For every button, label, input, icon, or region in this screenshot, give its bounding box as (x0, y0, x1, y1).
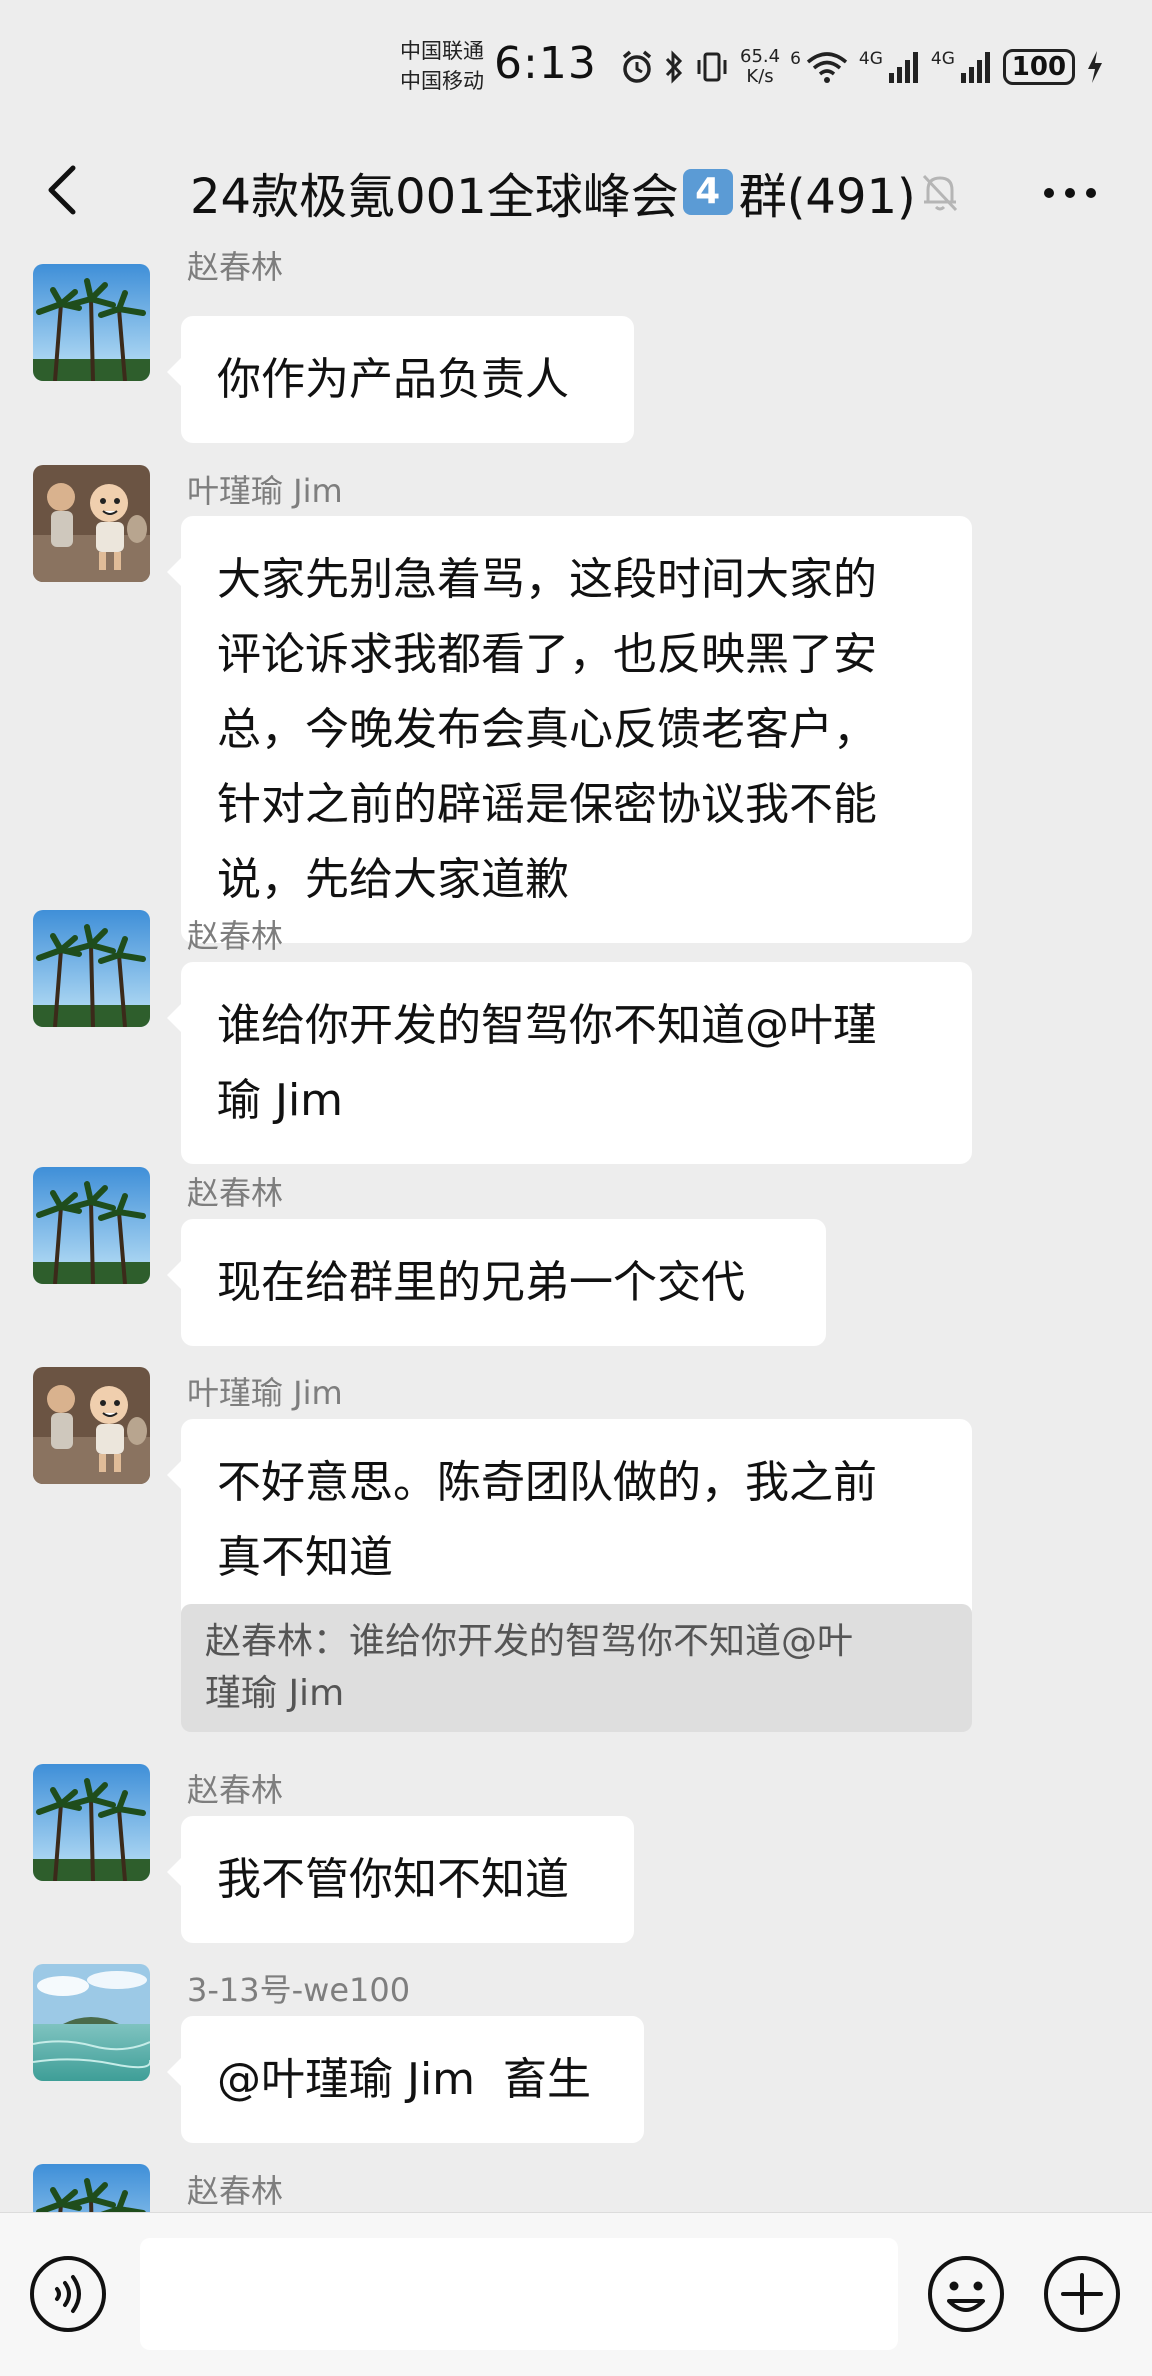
message-line: @叶瑾瑜 Jim 畜生 (217, 2054, 592, 2105)
vibrate-icon (694, 49, 730, 85)
message-bubble[interactable]: 你作为产品负责人 (167, 316, 634, 443)
message-line: 针对之前的辟谣是保密协议我不能 (217, 779, 877, 830)
chevron-left-icon (48, 165, 76, 215)
message-line: 说，先给大家道歉 (217, 854, 569, 905)
signal-icon (959, 49, 993, 85)
palm-trees-avatar-icon (33, 1167, 150, 1284)
signal2-label: 4G (930, 49, 955, 69)
message-bubble[interactable]: 我不管你知不知道 (167, 1816, 634, 1943)
message-line: 现在给群里的兄弟一个交代 (217, 1257, 745, 1308)
avatar[interactable] (33, 2164, 150, 2212)
message-line: 大家先别急着骂，这段时间大家的 (217, 554, 877, 605)
message-bubble[interactable]: 现在给群里的兄弟一个交代 (167, 1219, 826, 1346)
sender-name: 赵春林 (187, 1771, 284, 1809)
message-line: 不好意思。陈奇团队做的，我之前 (217, 1457, 877, 1508)
status-time: 6:13 (494, 38, 597, 89)
emoji-button[interactable] (925, 2253, 1007, 2335)
chat-title: 24款极氪001全球峰会 4 群(491) (190, 157, 916, 227)
add-button[interactable] (1041, 2253, 1123, 2335)
message-bubble[interactable]: 大家先别急着骂，这段时间大家的 评论诉求我都看了，也反映黑了安 总，今晚发布会真… (167, 516, 972, 943)
charging-icon (1085, 49, 1105, 85)
chat-title-suffix: 群(491) (738, 169, 916, 225)
more-button[interactable] (1040, 168, 1100, 218)
message-bubble[interactable]: 谁给你开发的智驾你不知道@叶瑾 瑜 Jim (167, 962, 972, 1164)
message-line: 瑜 Jim (217, 1075, 344, 1126)
message-line: 评论诉求我都看了，也反映黑了安 (217, 629, 877, 680)
sender-name: 赵春林 (187, 917, 284, 955)
message-line: 我不管你知不知道 (217, 1854, 569, 1905)
carrier-labels: 中国联通 中国移动 (400, 36, 484, 96)
signal-icon (887, 49, 921, 85)
signal1-label: 4G (858, 49, 883, 69)
carrier-top: 中国联通 (400, 39, 484, 63)
sea-island-avatar-icon (33, 1964, 150, 2081)
sender-name: 赵春林 (187, 1174, 284, 1212)
palm-trees-avatar-icon (33, 2164, 150, 2212)
sender-name: 叶瑾瑜 Jim (187, 1374, 343, 1412)
carrier-bottom: 中国移动 (400, 69, 484, 93)
avatar[interactable] (33, 465, 150, 582)
voice-icon (30, 2256, 106, 2332)
keycap-4-emoji: 4 (682, 169, 733, 215)
message-bubble[interactable]: 不好意思。陈奇团队做的，我之前 真不知道 (167, 1419, 972, 1621)
status-bar: 中国联通 中国移动 6:13 65.4 K/s 6 4G 4G 100 (0, 0, 1152, 130)
more-dots-icon (1044, 188, 1096, 198)
quoted-message[interactable]: 赵春林：谁给你开发的智驾你不知道@叶 瑾瑜 Jim (181, 1604, 972, 1732)
message-bubble[interactable]: @叶瑾瑜 Jim 畜生 (167, 2016, 644, 2143)
sender-name: 3-13号-we100 (187, 1971, 411, 2009)
smiley-icon (928, 2256, 1004, 2332)
net-speed: 65.4 K/s (740, 47, 780, 87)
quote-line: 赵春林：谁给你开发的智驾你不知道@叶 (205, 1621, 854, 1662)
alarm-icon (620, 49, 654, 85)
message-line: 你作为产品负责人 (217, 354, 569, 405)
chat-title-prefix: 24款极氪001全球峰会 (190, 169, 679, 225)
avatar[interactable] (33, 1167, 150, 1284)
input-bar (0, 2212, 1152, 2376)
bluetooth-icon (664, 49, 684, 85)
sender-name: 赵春林 (187, 250, 284, 286)
palm-trees-avatar-icon (33, 1764, 150, 1881)
message-line: 真不知道 (217, 1532, 393, 1583)
chat-header: 24款极氪001全球峰会 4 群(491) (0, 130, 1152, 250)
mute-bell-icon (918, 170, 962, 214)
avatar[interactable] (33, 910, 150, 1027)
status-icons: 65.4 K/s 6 4G 4G 100 (620, 40, 1105, 94)
message-line: 总，今晚发布会真心反馈老客户， (217, 704, 877, 755)
avatar[interactable] (33, 1764, 150, 1881)
wifi-label: 6 (790, 49, 801, 69)
palm-trees-avatar-icon (33, 910, 150, 1027)
palm-trees-avatar-icon (33, 264, 150, 381)
plus-icon (1044, 2256, 1120, 2332)
avatar[interactable] (33, 264, 150, 381)
net-speed-unit: K/s (746, 66, 774, 87)
cartoon-kids-avatar-icon (33, 1367, 150, 1484)
cartoon-kids-avatar-icon (33, 465, 150, 582)
back-button[interactable] (32, 160, 92, 220)
wifi-icon (805, 49, 849, 85)
battery-indicator: 100 (1002, 49, 1075, 85)
message-list[interactable]: 赵春林 你作为产品负责人 叶瑾瑜 Jim 大家先别急着骂，这段时间大家的 评论诉… (0, 250, 1152, 2212)
message-input[interactable] (140, 2238, 898, 2350)
sender-name: 赵春林 (187, 2172, 284, 2210)
sender-name: 叶瑾瑜 Jim (187, 472, 343, 510)
net-speed-value: 65.4 (740, 46, 781, 67)
avatar[interactable] (33, 1964, 150, 2081)
voice-button[interactable] (27, 2253, 109, 2335)
message-line: 谁给你开发的智驾你不知道@叶瑾 (217, 1000, 877, 1051)
avatar[interactable] (33, 1367, 150, 1484)
quote-line: 瑾瑜 Jim (205, 1673, 345, 1714)
